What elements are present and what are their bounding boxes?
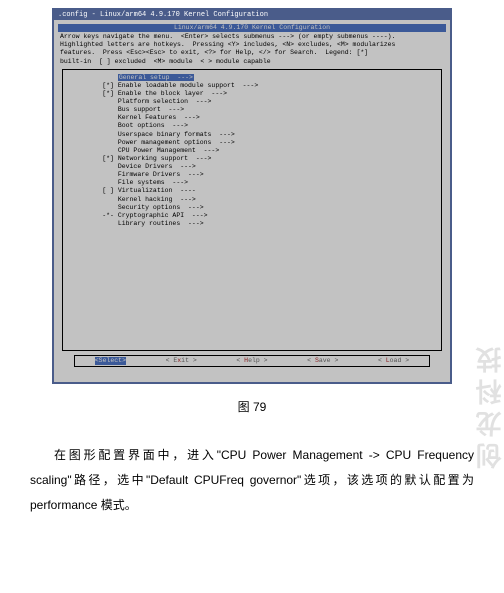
select-button[interactable]: <Select> xyxy=(95,357,126,365)
menu-item[interactable]: Device Drivers ---> xyxy=(71,163,433,171)
watermark: 创龙科技 xyxy=(471,341,504,469)
menu-item[interactable]: CPU Power Management ---> xyxy=(71,147,433,155)
menu-item[interactable]: [*] Enable loadable module support ---> xyxy=(71,82,433,90)
window-titlebar: .config - Linux/arm64 4.9.170 Kernel Con… xyxy=(54,10,450,20)
menu-item[interactable]: Userspace binary formats ---> xyxy=(71,131,433,139)
help-text: Arrow keys navigate the menu. <Enter> se… xyxy=(60,33,444,66)
menu-item[interactable]: Firmware Drivers ---> xyxy=(71,171,433,179)
menu-item[interactable]: File systems ---> xyxy=(71,179,433,187)
page: .config - Linux/arm64 4.9.170 Kernel Con… xyxy=(0,0,504,539)
exit-button[interactable]: < Exit > xyxy=(166,357,197,365)
menu-item[interactable]: Security options ---> xyxy=(71,204,433,212)
menu-items: General setup ---> [*] Enable loadable m… xyxy=(71,74,433,228)
terminal-window: .config - Linux/arm64 4.9.170 Kernel Con… xyxy=(52,8,452,384)
config-header: Linux/arm64 4.9.170 Kernel Configuration xyxy=(58,24,446,32)
menu-item[interactable]: Kernel Features ---> xyxy=(71,114,433,122)
button-bar: <Select> < Exit > < Help > < Save > < Lo… xyxy=(74,355,430,367)
menu-item[interactable]: Platform selection ---> xyxy=(71,98,433,106)
figure-caption: 图 79 xyxy=(30,398,474,415)
menu-item[interactable]: Library routines ---> xyxy=(71,220,433,228)
menu-item[interactable]: [*] Enable the block layer ---> xyxy=(71,90,433,98)
menu-list-box: General setup ---> [*] Enable loadable m… xyxy=(62,69,442,351)
menuconfig-screen: Linux/arm64 4.9.170 Kernel Configuration… xyxy=(54,20,450,382)
load-button[interactable]: < Load > xyxy=(378,357,409,365)
menu-item[interactable]: General setup ---> xyxy=(71,74,433,82)
menu-item[interactable]: Power management options ---> xyxy=(71,139,433,147)
paragraph-text: 在图形配置界面中，进入"CPU Power Management -> CPU … xyxy=(30,443,474,519)
save-button[interactable]: < Save > xyxy=(307,357,338,365)
menu-item[interactable]: [*] Networking support ---> xyxy=(71,155,433,163)
menu-item[interactable]: [ ] Virtualization ---- xyxy=(71,187,433,195)
menu-item[interactable]: Boot options ---> xyxy=(71,122,433,130)
help-button[interactable]: < Help > xyxy=(236,357,267,365)
menu-item[interactable]: -*- Cryptographic API ---> xyxy=(71,212,433,220)
menu-item[interactable]: Bus support ---> xyxy=(71,106,433,114)
menu-item[interactable]: Kernel hacking ---> xyxy=(71,196,433,204)
